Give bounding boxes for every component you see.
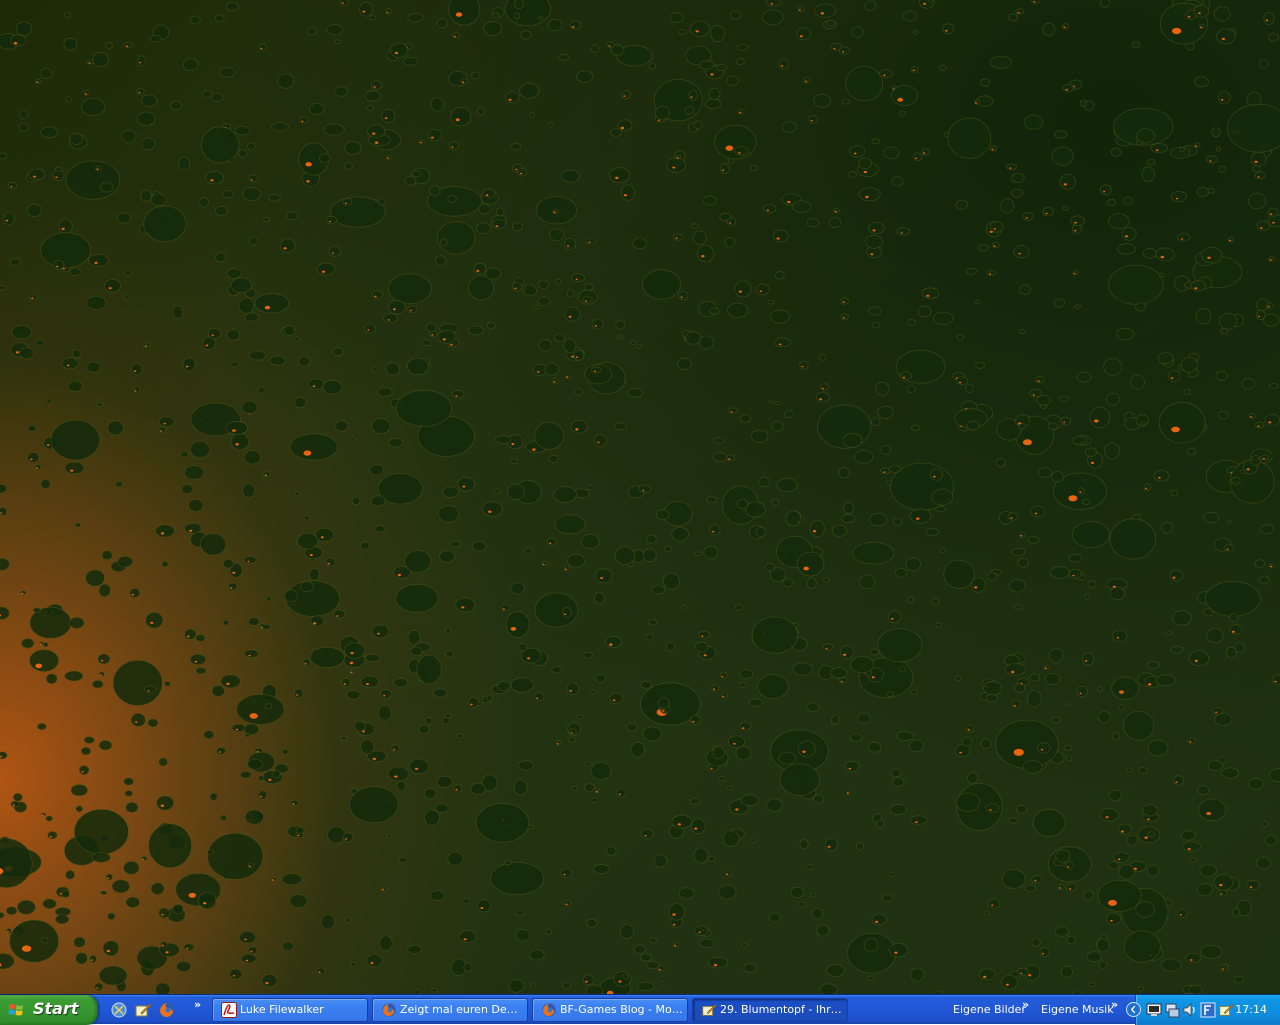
water-drops-pattern <box>0 0 1280 994</box>
firefox-icon <box>541 1002 557 1018</box>
task-button-bf-games-blog[interactable]: BF-Games Blog - Mozil... <box>532 998 688 1022</box>
start-button[interactable]: Start <box>0 995 98 1025</box>
quick-launch-chevron[interactable]: » <box>194 998 201 1011</box>
task-label: Luke Filewalker <box>240 999 363 1021</box>
task-button-zeigt-mal-euren-desktop[interactable]: Zeigt mal euren Deskt... <box>372 998 528 1022</box>
start-label: Start <box>33 999 79 1018</box>
taskbar: Start » Luke Filewalker Zeigt mal <box>0 994 1280 1024</box>
notepad-pen-icon[interactable] <box>1218 1002 1234 1018</box>
toolbar-eigene-bilder-chevron[interactable]: » <box>1022 998 1029 1011</box>
firefox-icon <box>381 1002 397 1018</box>
firefox-icon[interactable] <box>158 1001 176 1019</box>
task-button-luke-filewalker[interactable]: Luke Filewalker <box>212 998 368 1022</box>
system-tray: 17:14 <box>1135 995 1280 1025</box>
network-icon[interactable] <box>1164 1002 1180 1018</box>
task-button-blumentopf[interactable]: 29. Blumentopf - Ihr ... <box>692 998 848 1022</box>
quick-launch-bar: » <box>106 995 206 1025</box>
windows-logo-icon <box>8 1002 24 1018</box>
notepad-pen-icon <box>701 1002 717 1018</box>
browser-icon[interactable] <box>110 1001 128 1019</box>
clock[interactable]: 17:14 <box>1235 995 1267 1025</box>
task-label: Zeigt mal euren Deskt... <box>400 999 523 1021</box>
task-label: 29. Blumentopf - Ihr ... <box>720 999 843 1021</box>
toolbar-eigene-musik[interactable]: Eigene Musik <box>1041 995 1114 1025</box>
desktop-wallpaper <box>0 0 1280 994</box>
speaker-icon[interactable] <box>1182 1002 1198 1018</box>
task-label: BF-Games Blog - Mozil... <box>560 999 683 1021</box>
notepad-pen-icon[interactable] <box>134 1001 152 1019</box>
acrobat-icon <box>221 1002 237 1018</box>
monitor-icon[interactable] <box>1146 1002 1162 1018</box>
chevron-left-icon[interactable] <box>1126 1002 1141 1017</box>
toolbar-eigene-bilder[interactable]: Eigene Bilder <box>953 995 1026 1025</box>
font-icon[interactable] <box>1200 1002 1216 1018</box>
toolbar-eigene-musik-chevron[interactable]: » <box>1111 998 1118 1011</box>
